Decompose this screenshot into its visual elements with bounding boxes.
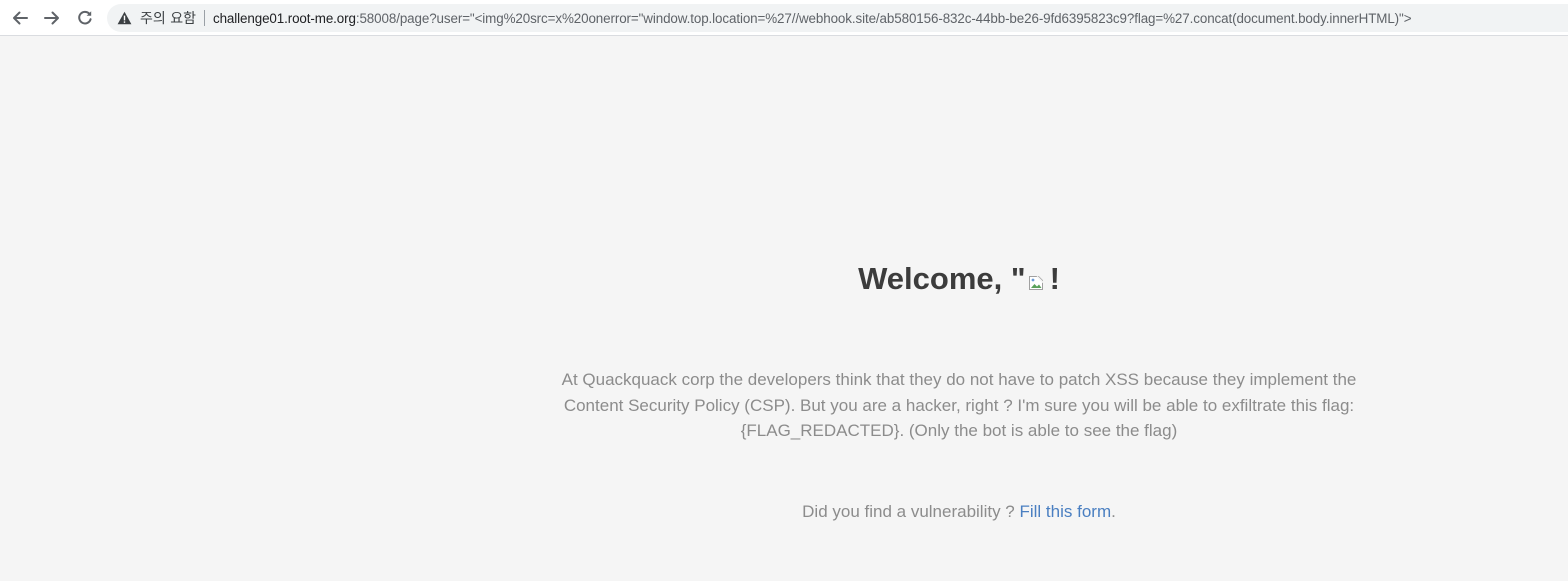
fill-form-link[interactable]: Fill this form xyxy=(1019,502,1111,521)
report-text: Did you find a vulnerability ? xyxy=(802,502,1020,521)
forward-button[interactable] xyxy=(38,4,66,32)
forward-arrow-icon xyxy=(44,11,59,25)
url-host: challenge01.root-me.org xyxy=(212,10,356,26)
broken-image-icon xyxy=(1028,275,1044,290)
challenge-description: At Quackquack corp the developers think … xyxy=(561,370,1357,440)
url-path: :58008/page?user="<img%20src=x%20onerror… xyxy=(355,10,1412,26)
back-button[interactable] xyxy=(6,4,34,32)
reload-button[interactable] xyxy=(71,4,99,32)
url-text[interactable]: challenge01.root-me.org:58008/page?user=… xyxy=(212,10,1412,26)
address-separator xyxy=(203,10,205,26)
reload-icon xyxy=(78,10,92,25)
welcome-suffix: ! xyxy=(1049,261,1060,296)
report-line: Did you find a vulnerability ? Fill this… xyxy=(0,502,1568,522)
welcome-prefix: Welcome, " xyxy=(858,261,1026,296)
address-bar[interactable]: 주의 요함 challenge01.root-me.org:58008/page… xyxy=(107,4,1568,32)
report-period: . xyxy=(1111,502,1116,521)
browser-toolbar: 주의 요함 challenge01.root-me.org:58008/page… xyxy=(0,0,1568,36)
back-arrow-icon xyxy=(13,11,28,25)
warning-triangle-icon[interactable] xyxy=(117,11,132,25)
page-content: Welcome, " ! At Quackquack corp the deve… xyxy=(0,37,1568,581)
security-status-label[interactable]: 주의 요함 xyxy=(140,8,196,28)
welcome-heading: Welcome, " ! xyxy=(0,259,1568,299)
